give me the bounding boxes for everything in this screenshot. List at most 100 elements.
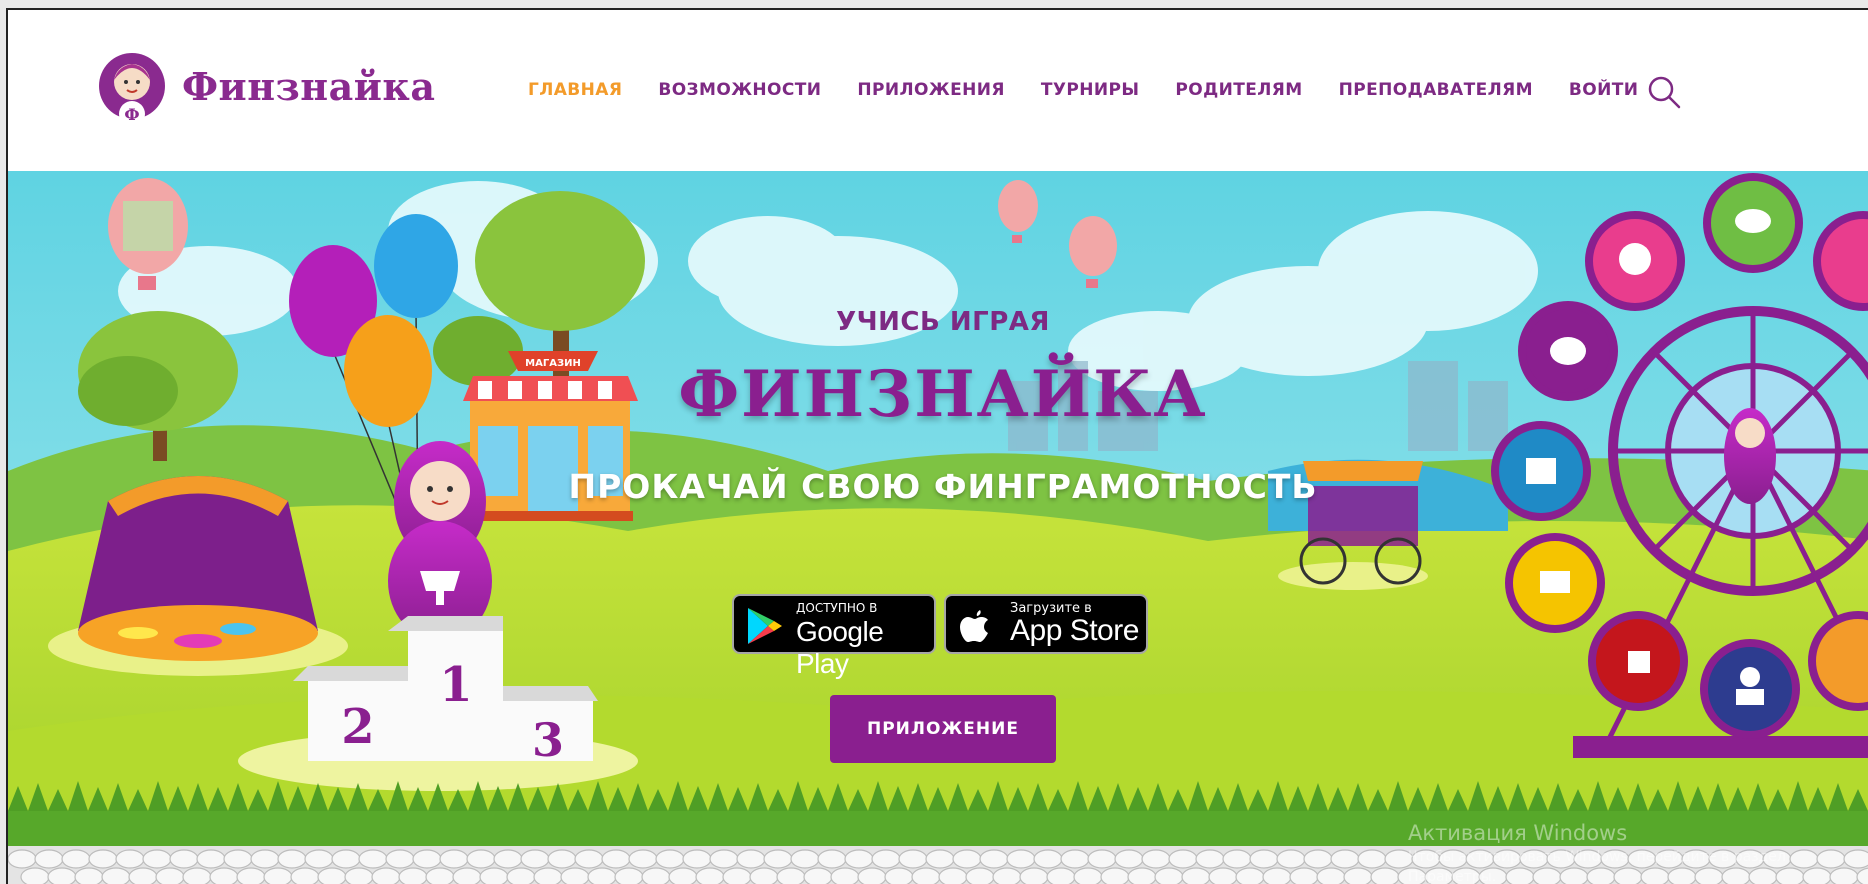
pearl — [1114, 849, 1144, 869]
pearl — [844, 849, 874, 869]
pearl — [1276, 849, 1306, 869]
pearl — [560, 867, 590, 884]
pearl — [1195, 849, 1225, 869]
pearl — [709, 849, 739, 869]
app-store-badge[interactable]: Загрузите в App Store — [944, 594, 1148, 654]
pearl — [236, 867, 266, 884]
nav-item-home[interactable]: ГЛАВНАЯ — [528, 80, 622, 100]
pearl — [1586, 867, 1616, 884]
browser-viewport: Ф Финзнайка ГЛАВНАЯ ВОЗМОЖНОСТИ ПРИЛОЖЕН… — [6, 8, 1868, 884]
pearl — [277, 849, 307, 869]
pearl — [601, 849, 631, 869]
pearl — [1249, 849, 1279, 869]
nav-item-features[interactable]: ВОЗМОЖНОСТИ — [658, 80, 821, 100]
pearl — [965, 867, 995, 884]
pearl — [574, 849, 604, 869]
pearl — [1154, 867, 1184, 884]
pearl — [1316, 867, 1346, 884]
pearl — [1343, 867, 1373, 884]
pearl — [182, 867, 212, 884]
pearl — [641, 867, 671, 884]
pearl — [628, 849, 658, 869]
pearl — [1694, 867, 1724, 884]
pearl — [1019, 867, 1049, 884]
pearl — [614, 867, 644, 884]
pearl — [47, 867, 77, 884]
pearl — [304, 849, 334, 869]
pearl — [115, 849, 145, 869]
pearl — [790, 849, 820, 869]
pearl — [385, 849, 415, 869]
pearl — [1600, 849, 1630, 869]
pearl — [1235, 867, 1265, 884]
pearl — [1181, 867, 1211, 884]
pearl — [1289, 867, 1319, 884]
pearl — [34, 849, 64, 869]
nav-item-apps[interactable]: ПРИЛОЖЕНИЯ — [857, 80, 1004, 100]
pearl — [1168, 849, 1198, 869]
pearl — [1046, 867, 1076, 884]
logo-link[interactable]: Ф Финзнайка — [96, 52, 435, 132]
google-play-badge[interactable]: ДОСТУПНО В Google Play — [732, 594, 936, 679]
pearl — [317, 867, 347, 884]
nav-item-login[interactable]: ВОЙТИ — [1569, 80, 1638, 100]
nav-item-tournaments[interactable]: ТУРНИРЫ — [1041, 80, 1140, 100]
pearl — [1438, 849, 1468, 869]
pearl — [1748, 867, 1778, 884]
pearl — [1762, 849, 1792, 869]
pearl — [925, 849, 955, 869]
pearl — [1816, 849, 1846, 869]
pearl — [1424, 867, 1454, 884]
pearl — [884, 867, 914, 884]
pearl — [1735, 849, 1765, 869]
pearl — [1667, 867, 1697, 884]
pearl — [1775, 867, 1805, 884]
pearl — [479, 867, 509, 884]
pearl — [857, 867, 887, 884]
pearl — [1802, 867, 1832, 884]
nav-item-teachers[interactable]: ПРЕПОДАВАТЕЛЯМ — [1339, 80, 1533, 100]
pearl — [20, 867, 50, 884]
pearl — [1627, 849, 1657, 869]
app-store-label: App Store — [1010, 614, 1139, 647]
pearl — [776, 867, 806, 884]
pearl — [1033, 849, 1063, 869]
pearl — [1465, 849, 1495, 869]
pearl — [749, 867, 779, 884]
svg-text:Ф: Ф — [124, 105, 139, 124]
pearl — [1573, 849, 1603, 869]
pearl — [1789, 849, 1819, 869]
app-button[interactable]: ПРИЛОЖЕНИЕ — [830, 695, 1056, 763]
pearl — [1006, 849, 1036, 869]
pearl — [128, 867, 158, 884]
pearl — [1100, 867, 1130, 884]
search-icon[interactable] — [1646, 74, 1682, 110]
pearl — [722, 867, 752, 884]
pearl — [398, 867, 428, 884]
pearl — [1357, 849, 1387, 869]
site-header: Ф Финзнайка ГЛАВНАЯ ВОЗМОЖНОСТИ ПРИЛОЖЕН… — [8, 10, 1868, 171]
pearl — [803, 867, 833, 884]
pearl — [668, 867, 698, 884]
pearl — [196, 849, 226, 869]
pearl — [250, 849, 280, 869]
matryoshka-character — [388, 441, 492, 641]
pearl — [1262, 867, 1292, 884]
pearl — [1532, 867, 1562, 884]
pearl — [358, 849, 388, 869]
pearl — [1087, 849, 1117, 869]
pearl — [817, 849, 847, 869]
pearl — [1546, 849, 1576, 869]
pearl — [74, 867, 104, 884]
pearl — [695, 867, 725, 884]
matryoshka-logo-icon: Ф — [99, 53, 165, 127]
pearl — [992, 867, 1022, 884]
pearl — [520, 849, 550, 869]
nav-item-parents[interactable]: РОДИТЕЛЯМ — [1175, 80, 1302, 100]
pearl — [331, 849, 361, 869]
pearl — [1640, 867, 1670, 884]
main-nav: ГЛАВНАЯ ВОЗМОЖНОСТИ ПРИЛОЖЕНИЯ ТУРНИРЫ Р… — [528, 80, 1674, 100]
google-play-icon — [748, 608, 782, 644]
pearl — [1370, 867, 1400, 884]
pearl — [1829, 867, 1859, 884]
